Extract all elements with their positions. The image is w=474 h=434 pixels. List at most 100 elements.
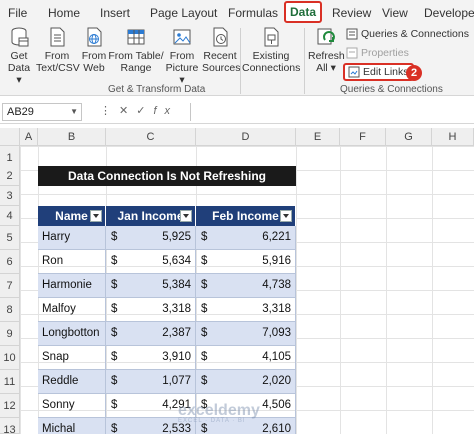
row-header-9[interactable]: 9 [0,322,20,346]
table-cell-jan-income[interactable]: $3,318 [106,298,196,322]
table-cell-name[interactable]: Snap [38,346,106,370]
get-data-button[interactable]: Get Data ▾ [4,26,34,86]
table-cell-feb-income[interactable]: $4,738 [196,274,296,298]
name-box[interactable]: AB29 ▼ [2,103,82,121]
table-cell-name[interactable]: Sonny [38,394,106,418]
table-cell-name[interactable]: Reddle [38,370,106,394]
table-cell-jan-income[interactable]: $1,077 [106,370,196,394]
step-badge-2: 2 [406,65,422,81]
table-cell-jan-income[interactable]: $5,634 [106,250,196,274]
table-cell-name[interactable]: Malfoy [38,298,106,322]
table-cell-feb-income[interactable]: $7,093 [196,322,296,346]
table-header-feb-income[interactable]: Feb Income [196,206,296,226]
table-header-name[interactable]: Name [38,206,106,226]
formula-input[interactable] [190,103,472,121]
table-cell-name[interactable]: Harmonie [38,274,106,298]
from-picture-button[interactable]: From Picture ▾ [162,26,202,86]
tab-page-layout[interactable]: Page Layout [150,4,217,22]
tab-developer[interactable]: Developer [424,4,474,22]
table-cell-feb-income[interactable]: $6,221 [196,226,296,250]
gridline [296,146,297,434]
tab-file[interactable]: File [8,4,27,22]
column-header-d[interactable]: D [196,128,296,146]
cell-value: 6,221 [262,231,291,243]
existing-connections-line1: Existing [252,50,290,62]
queries-connections-group-label: Queries & Connections [340,84,443,95]
enter-icon[interactable]: ✓ [136,105,153,117]
recent-sources-button[interactable]: Recent Sources [202,26,241,74]
row-header-3[interactable]: 3 [0,186,20,206]
row-header-8[interactable]: 8 [0,298,20,322]
edit-links-button[interactable]: Edit Links [343,63,414,81]
currency-symbol: $ [111,423,118,434]
column-header-e[interactable]: E [296,128,340,146]
table-cell-feb-income[interactable]: $4,105 [196,346,296,370]
queries-connections-button[interactable]: Queries & Connections [346,26,469,42]
column-header-f[interactable]: F [340,128,386,146]
edit-links-icon [348,66,360,78]
table-header-jan-income[interactable]: Jan Income [106,206,196,226]
row-header-11[interactable]: 11 [0,370,20,394]
table-cell-jan-income[interactable]: $3,910 [106,346,196,370]
from-web-button[interactable]: From Web [80,26,108,74]
database-icon [11,27,29,47]
column-header-a[interactable]: A [20,128,38,146]
from-table-range-button[interactable]: From Table/ Range [108,26,164,74]
insert-function-icon[interactable]: fx [153,105,178,117]
properties-label: Properties [361,47,409,59]
table-cell-feb-income[interactable]: $3,318 [196,298,296,322]
sheet-title[interactable]: Data Connection Is Not Refreshing [38,166,296,186]
tab-data[interactable]: Data [284,1,323,23]
table-cell-jan-income[interactable]: $5,925 [106,226,196,250]
from-text-csv-button[interactable]: From Text/CSV [36,26,80,74]
row-header-7[interactable]: 7 [0,274,20,298]
column-header-b[interactable]: B [38,128,106,146]
recent-sources-line2: Sources [202,62,241,74]
refresh-all-button[interactable]: Refresh All ▾ [308,26,345,74]
currency-symbol: $ [111,303,118,315]
row-header-5[interactable]: 5 [0,226,20,250]
cell-value: 2,533 [162,423,191,434]
row-header-12[interactable]: 12 [0,394,20,418]
filter-dropdown-icon[interactable] [280,210,292,222]
currency-symbol: $ [201,279,208,291]
tab-insert[interactable]: Insert [100,4,130,22]
row-header-13[interactable]: 13 [0,418,20,434]
filter-dropdown-icon[interactable] [90,210,102,222]
from-table-line1: From Table/ [108,50,164,62]
column-header-g[interactable]: G [386,128,432,146]
table-header-feb-label: Feb Income [212,209,279,223]
existing-connections-button[interactable]: Existing Connections [242,26,300,74]
currency-symbol: $ [111,231,118,243]
filter-dropdown-icon[interactable] [180,210,192,222]
table-cell-name[interactable]: Michal [38,418,106,434]
ribbon-tab-bar: File Home Insert Page Layout Formulas Da… [0,0,474,24]
tab-view[interactable]: View [382,4,408,22]
table-cell-feb-income[interactable]: $2,020 [196,370,296,394]
table-cell-name[interactable]: Harry [38,226,106,250]
column-header-c[interactable]: C [106,128,196,146]
row-header-6[interactable]: 6 [0,250,20,274]
from-web-line2: Web [83,62,105,74]
row-header-4[interactable]: 4 [0,206,20,226]
chevron-down-icon: ▼ [70,107,78,116]
table-cell-jan-income[interactable]: $2,387 [106,322,196,346]
cell-value: 5,925 [162,231,191,243]
column-header-h[interactable]: H [432,128,474,146]
currency-symbol: $ [111,399,118,411]
table-cell-jan-income[interactable]: $5,384 [106,274,196,298]
row-header-10[interactable]: 10 [0,346,20,370]
table-cell-feb-income[interactable]: $5,916 [196,250,296,274]
cancel-icon[interactable]: ✕ [119,105,136,117]
cell-value: 2,610 [262,423,291,434]
select-all-corner[interactable] [0,128,20,146]
tab-home[interactable]: Home [48,4,80,22]
table-cell-name[interactable]: Ron [38,250,106,274]
tab-formulas[interactable]: Formulas [228,4,278,22]
properties-button[interactable]: Properties [346,45,409,61]
tab-review[interactable]: Review [332,4,371,22]
currency-symbol: $ [111,375,118,387]
edit-links-label: Edit Links [363,66,409,78]
row-header-2[interactable]: 2 [0,166,20,186]
table-cell-name[interactable]: Longbotton [38,322,106,346]
